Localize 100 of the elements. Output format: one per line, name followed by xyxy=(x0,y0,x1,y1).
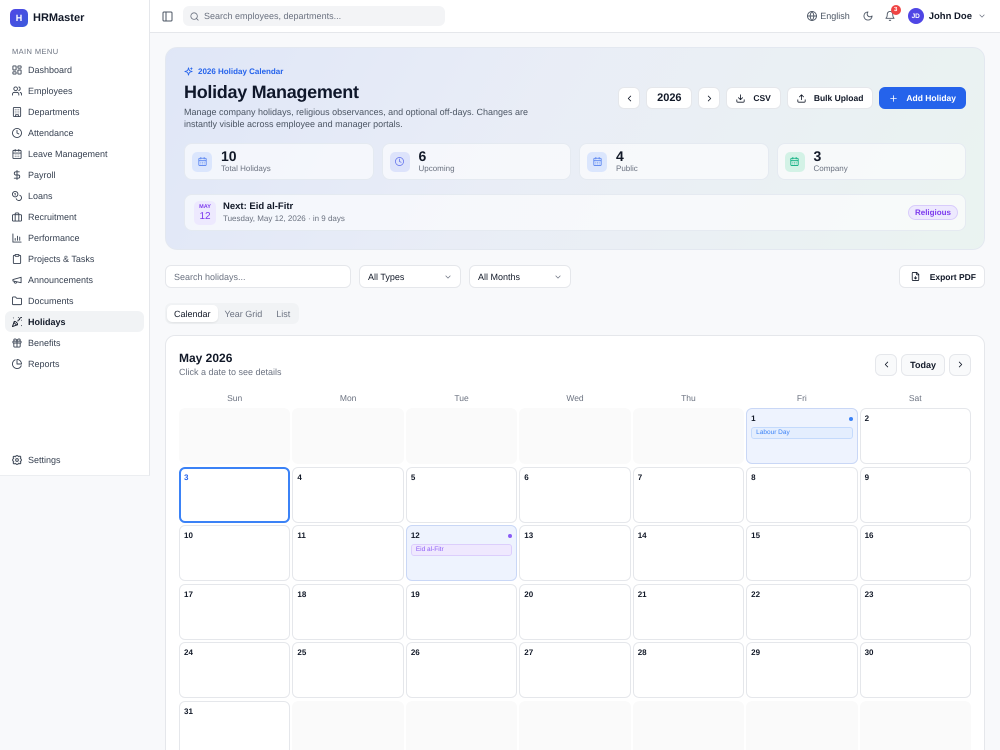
day-number: 20 xyxy=(524,590,534,600)
download-icon xyxy=(736,94,746,102)
coins-icon xyxy=(12,190,22,200)
calendar-day[interactable]: 15 xyxy=(746,525,858,581)
moon-icon[interactable] xyxy=(862,11,873,21)
chevron-down-icon xyxy=(444,272,452,280)
weekday-label: Mon xyxy=(338,392,358,405)
calendar-day[interactable]: 3 xyxy=(179,466,290,522)
day-number: 18 xyxy=(297,590,306,600)
today-button[interactable]: Today xyxy=(901,354,945,376)
calendar-day[interactable]: 10 xyxy=(179,525,290,581)
bar-chart-icon xyxy=(12,232,22,242)
calendar-day[interactable]: 29 xyxy=(746,642,858,698)
gift-icon xyxy=(12,338,22,348)
sidebar-item[interactable]: Projects & Tasks xyxy=(5,248,144,269)
sidebar-item[interactable]: Benefits xyxy=(5,332,144,353)
calendar-icon xyxy=(12,148,22,158)
day-number: 24 xyxy=(184,648,193,658)
weekday-label: Fri xyxy=(796,392,808,405)
global-search-field[interactable]: Search employees, departments... xyxy=(183,6,445,26)
calendar-day[interactable]: 26 xyxy=(406,642,518,698)
view-tab[interactable]: Year Grid xyxy=(218,305,270,322)
calendar-day[interactable]: 9 xyxy=(860,466,971,522)
eyebrow-text: 2026 Holiday Calendar xyxy=(198,66,284,76)
bulk-upload-button[interactable]: Bulk Upload xyxy=(786,87,874,109)
day-number: 25 xyxy=(297,648,306,658)
calendar-day[interactable]: 31 xyxy=(179,700,290,750)
calendar-day[interactable]: 21 xyxy=(632,584,744,640)
calendar-day[interactable]: 14 xyxy=(632,525,744,581)
sidebar-item[interactable]: Performance xyxy=(5,227,144,248)
calendar-day[interactable]: 17 xyxy=(179,584,290,640)
stat-label: Company xyxy=(814,164,848,174)
calendar-day[interactable]: 4 xyxy=(292,466,404,522)
sidebar-item[interactable]: Attendance xyxy=(5,122,144,143)
calendar-day[interactable]: 25 xyxy=(292,642,404,698)
plus-icon xyxy=(889,94,898,102)
calendar-day[interactable]: 18 xyxy=(292,584,404,640)
export-csv-button[interactable]: CSV xyxy=(726,87,781,109)
chevron-down-icon[interactable] xyxy=(978,12,986,20)
day-number: 27 xyxy=(524,648,534,658)
weekday-label: Tue xyxy=(453,392,470,405)
weekday-label: Sat xyxy=(908,392,923,405)
calendar-day[interactable]: 27 xyxy=(519,642,631,698)
day-number: 21 xyxy=(638,590,647,600)
calendar-day[interactable]: 28 xyxy=(632,642,744,698)
sidebar-item[interactable]: Leave Management xyxy=(5,143,144,164)
sidebar-item[interactable]: Holidays xyxy=(5,311,144,332)
sparkles-icon xyxy=(184,66,193,76)
holiday-search-field[interactable]: Search holidays... xyxy=(165,265,351,288)
calendar-day[interactable]: 2 xyxy=(860,408,971,464)
calendar-day[interactable]: 22 xyxy=(746,584,858,640)
upload-icon xyxy=(796,94,806,102)
export-pdf-button[interactable]: Export PDF xyxy=(898,265,985,288)
sidebar-item[interactable]: Loans xyxy=(5,185,144,206)
sidebar-item[interactable]: Announcements xyxy=(5,269,144,290)
sidebar-item[interactable]: Documents xyxy=(5,290,144,311)
building-icon xyxy=(12,106,22,116)
calendar-day[interactable]: 7 xyxy=(632,466,744,522)
day-number: 7 xyxy=(638,472,642,482)
calendar-day[interactable]: 5 xyxy=(406,466,518,522)
sidebar-item[interactable]: Dashboard xyxy=(5,59,144,80)
bell-icon[interactable] xyxy=(884,11,895,21)
month-filter-select[interactable]: All Months xyxy=(469,265,571,288)
type-filter-select[interactable]: All Types xyxy=(359,265,461,288)
sidebar-item[interactable]: Departments xyxy=(5,101,144,122)
date-tile-day: 12 xyxy=(199,210,211,222)
sidebar-item[interactable]: Employees xyxy=(5,80,144,101)
calendar-day[interactable]: 19 xyxy=(406,584,518,640)
day-number: 4 xyxy=(297,472,302,482)
calendar-day[interactable]: 24 xyxy=(179,642,290,698)
stat-label: Public xyxy=(616,164,638,174)
calendar-day[interactable]: 11 xyxy=(292,525,404,581)
day-number: 16 xyxy=(864,531,874,541)
calendar-day[interactable]: 13 xyxy=(519,525,631,581)
day-number: 29 xyxy=(751,648,760,658)
weekday-label: Sun xyxy=(226,392,244,405)
view-tab[interactable]: Calendar xyxy=(167,305,218,322)
day-number: 3 xyxy=(184,472,188,482)
calendar-day[interactable]: 23 xyxy=(860,584,971,640)
pie-chart-icon xyxy=(12,358,22,368)
sidebar-toggle-icon[interactable] xyxy=(162,10,173,22)
calendar-day[interactable]: 30 xyxy=(860,642,971,698)
calendar-day[interactable]: 16 xyxy=(860,525,971,581)
party-popper-icon xyxy=(12,316,22,326)
settings-item[interactable]: Settings xyxy=(5,449,144,470)
page-description: Manage company holidays, religious observances, and optional off-days. Changes are instantly visible across employee and manager portals. xyxy=(184,106,530,130)
language-button[interactable]: English xyxy=(807,11,850,21)
next-holiday-date: Tuesday, May 12, 2026 · in 9 days xyxy=(223,214,345,224)
calendar-day[interactable]: 8 xyxy=(746,466,858,522)
weekday-label: Thu xyxy=(680,392,697,405)
sidebar-item[interactable]: Reports xyxy=(5,353,144,374)
day-number: 19 xyxy=(410,590,420,600)
calendar-day[interactable]: 6 xyxy=(519,466,631,522)
day-number: 28 xyxy=(638,648,647,658)
sidebar-item[interactable]: Recruitment xyxy=(5,206,144,227)
user-name[interactable]: John Doe xyxy=(928,10,972,22)
add-holiday-button[interactable]: Add Holiday xyxy=(879,87,966,109)
calendar-day[interactable]: 20 xyxy=(519,584,631,640)
sidebar-item[interactable]: Payroll xyxy=(5,164,144,185)
view-tab[interactable]: List xyxy=(269,305,298,322)
